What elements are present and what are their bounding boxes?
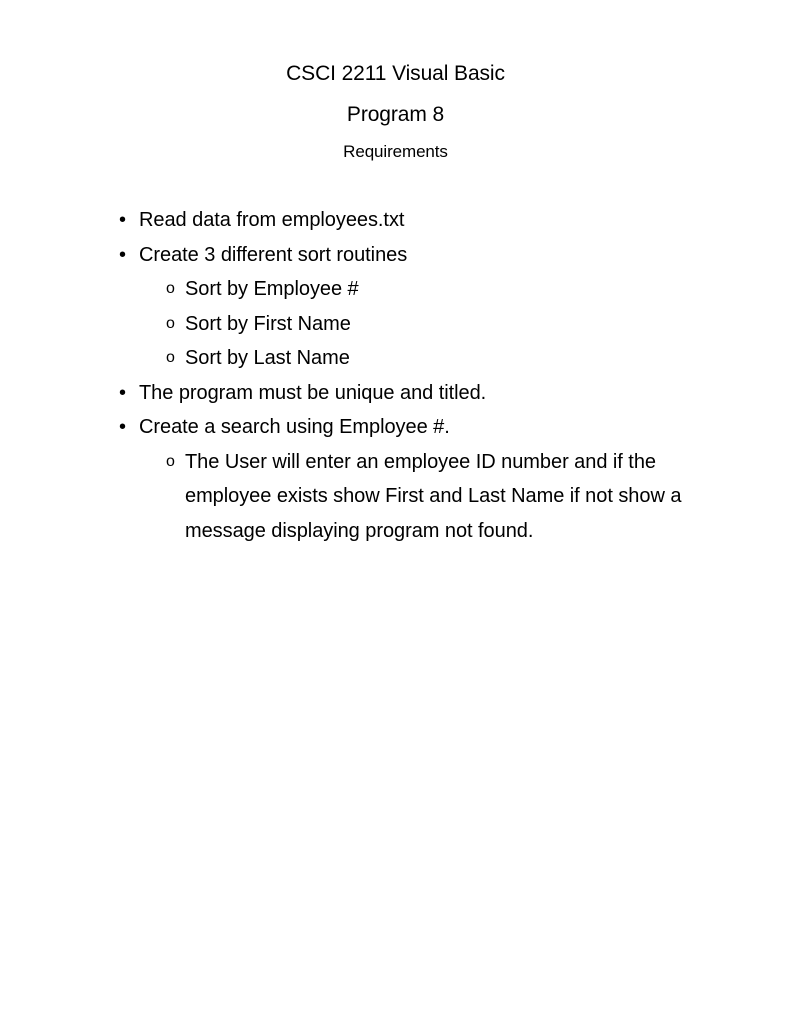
list-item: o Sort by Employee #	[119, 272, 695, 307]
list-item-label: Sort by Employee #	[185, 278, 359, 300]
list-item-label: Create 3 different sort routines	[139, 243, 408, 266]
circle-bullet-icon: o	[166, 280, 175, 297]
bullet-icon: •	[119, 416, 126, 438]
list-item: o Sort by Last Name	[119, 341, 695, 376]
bullet-icon: •	[119, 381, 126, 404]
list-item: o The User will enter an employee ID num…	[119, 445, 695, 549]
assignment-subtitle: Program 8	[346, 103, 445, 126]
list-item-label: Read data from employees.txt	[139, 209, 405, 231]
list-item: • Create 3 different sort routines	[119, 238, 695, 273]
list-item: • Create a search using Employee #.	[119, 410, 695, 445]
circle-bullet-icon: o	[166, 349, 175, 366]
list-item: • The program must be unique and titled.	[119, 376, 695, 411]
list-item: o Sort by First Name	[119, 307, 695, 342]
bullet-icon: •	[119, 209, 126, 231]
circle-bullet-icon: o	[166, 452, 175, 470]
circle-bullet-icon: o	[166, 314, 175, 332]
document-page: CSCI 2211 Visual Basic Program 8 Require…	[0, 0, 791, 1024]
list-item-label: The User will enter an employee ID numbe…	[185, 450, 682, 542]
list-item-label: Create a search using Employee #.	[139, 416, 450, 438]
document-heading-block: CSCI 2211 Visual Basic Program 8 Require…	[95, 58, 696, 165]
bullet-icon: •	[119, 243, 126, 266]
list-item: • Read data from employees.txt	[119, 203, 695, 238]
list-item-label: Sort by First Name	[185, 312, 351, 335]
list-item-label: Sort by Last Name	[185, 347, 350, 369]
page-title: CSCI 2211 Visual Basic	[286, 62, 505, 85]
section-label-requirements: Requirements	[343, 142, 448, 161]
requirements-list: • Read data from employees.txt • Create …	[119, 203, 695, 548]
list-item-label: The program must be unique and titled.	[139, 381, 487, 404]
